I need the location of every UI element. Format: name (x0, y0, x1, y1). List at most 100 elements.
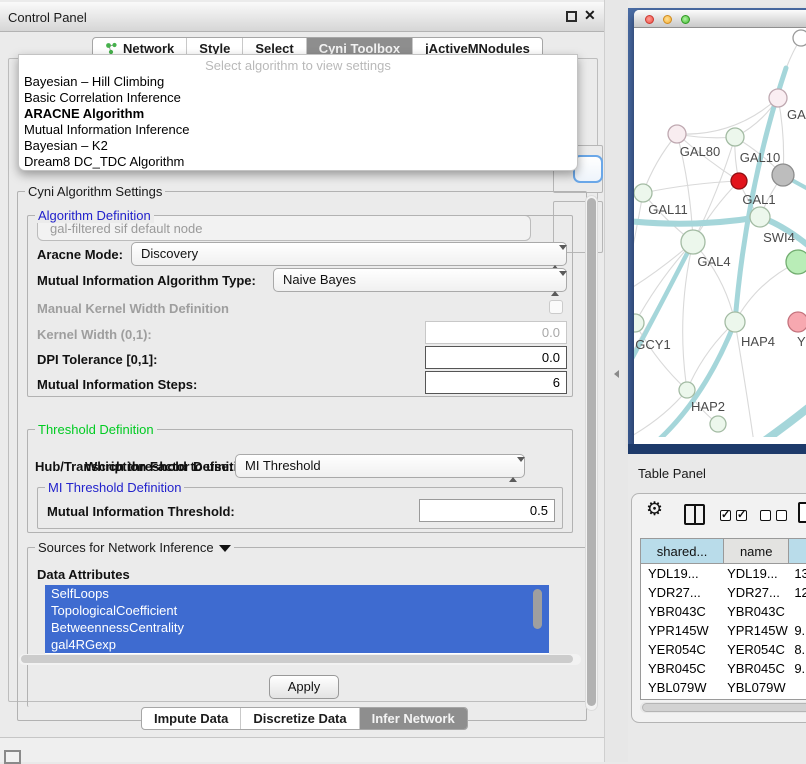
table-row[interactable]: YER054CYER054C8. (641, 640, 806, 659)
node-gal11[interactable] (634, 184, 652, 202)
table-cell[interactable]: YER054C (641, 640, 724, 659)
collapse-arrow-icon[interactable] (219, 545, 231, 552)
table-cell[interactable]: YDL19... (724, 564, 789, 583)
settings-vertical-scrollbar[interactable] (585, 195, 598, 711)
zoom-traffic-light[interactable] (681, 15, 690, 24)
node-gal80[interactable] (668, 125, 686, 143)
column-header-name[interactable]: name (724, 539, 789, 563)
mi-steps-field[interactable]: 6 (425, 371, 567, 394)
node-swi4[interactable] (786, 250, 806, 274)
table-cell[interactable]: YER054C (724, 640, 789, 659)
table-cell[interactable]: YDR27... (641, 583, 724, 602)
split-columns-icon[interactable] (684, 504, 705, 525)
minimize-traffic-light[interactable] (663, 15, 672, 24)
table-body: YDL19...YDL19...13YDR27...YDR27...12YBR0… (641, 564, 806, 700)
algorithm-option[interactable]: Mutual Information Inference (19, 122, 577, 138)
node-hap4[interactable] (725, 312, 745, 332)
node-gcy1[interactable] (634, 314, 644, 332)
scrollbar-thumb[interactable] (21, 655, 573, 663)
new-column-icon[interactable] (798, 502, 806, 523)
table-cell[interactable]: YBR045C (724, 659, 789, 678)
column-header-shared-name[interactable]: shared... (641, 539, 724, 563)
table-cell[interactable]: YDL19... (641, 564, 724, 583)
scrollbar-thumb[interactable] (587, 198, 596, 706)
table-row[interactable]: YDL19...YDL19...13 (641, 564, 806, 583)
panel-divider[interactable] (604, 0, 628, 762)
tab-discretize-data[interactable]: Discretize Data (240, 708, 358, 729)
mi-type-combo[interactable]: Naive Bayes (273, 268, 567, 292)
table-cell[interactable]: YDR27... (724, 583, 789, 602)
table-cell[interactable]: YLR345W (641, 697, 724, 700)
apply-button[interactable]: Apply (269, 675, 339, 699)
network-canvas[interactable]: GALGAL80GAL10GAL1GAL11SWI4GAL4GCY1HAP4YH… (634, 28, 806, 437)
close-traffic-light[interactable] (645, 15, 654, 24)
node-top[interactable] (793, 30, 806, 46)
gear-icon[interactable]: ⚙ (646, 498, 663, 521)
node-gal10-label: GAL10 (740, 150, 780, 165)
table-cell[interactable]: YBR043C (724, 602, 789, 621)
aracne-mode-combo[interactable]: Discovery (131, 242, 567, 266)
algorithm-option[interactable]: Basic Correlation Inference (19, 90, 577, 106)
table-cell[interactable]: YBR043C (641, 602, 724, 621)
table-row[interactable]: YLR345WYLR345W9. (641, 697, 806, 700)
table-row[interactable]: YBR043CYBR043C (641, 602, 806, 621)
dpi-tolerance-field[interactable]: 0.0 (425, 346, 567, 369)
scrollbar-thumb[interactable] (642, 703, 806, 712)
table-cell[interactable]: YBL079W (641, 678, 724, 697)
table-row[interactable]: YBL079WYBL079W (641, 678, 806, 697)
algorithm-option[interactable]: Bayesian – Hill Climbing (19, 74, 577, 90)
select-all-icon[interactable] (720, 510, 747, 521)
deselect-all-icon[interactable] (760, 510, 787, 521)
float-window-icon[interactable] (566, 11, 577, 22)
table-cell[interactable]: 13 (789, 564, 806, 583)
node-gray[interactable] (772, 164, 794, 186)
table-cell[interactable] (789, 678, 806, 697)
table-cell[interactable]: 8. (789, 640, 806, 659)
tab-impute-data[interactable]: Impute Data (142, 708, 240, 729)
node-pink[interactable] (788, 312, 806, 332)
settings-horizontal-scrollbar[interactable] (19, 654, 581, 665)
table-panel-region: Table Panel ⚙ shared... name YDL19...YDL… (628, 454, 806, 762)
table-cell[interactable]: YBR045C (641, 659, 724, 678)
data-attribute-item[interactable]: TopologicalCoefficient (45, 602, 549, 619)
column-header-partial[interactable] (789, 539, 806, 563)
table-cell[interactable]: 9. (789, 697, 806, 700)
node-btm[interactable] (710, 416, 726, 432)
table-cell[interactable]: YPR145W (724, 621, 789, 640)
table-row[interactable]: YPR145WYPR145W9. (641, 621, 806, 640)
node-gal4[interactable] (681, 230, 705, 254)
manual-kernel-checkbox[interactable] (549, 300, 563, 314)
data-attribute-item[interactable]: BetweennessCentrality (45, 619, 549, 636)
which-threshold-combo[interactable]: MI Threshold (235, 454, 525, 478)
kernel-width-label: Kernel Width (0,1): (37, 327, 152, 342)
node-gal7[interactable] (769, 89, 787, 107)
table-row[interactable]: YBR045CYBR045C9. (641, 659, 806, 678)
node-gal1[interactable] (750, 207, 770, 227)
node-red[interactable] (731, 173, 747, 189)
list-scrollbar-thumb[interactable] (533, 589, 542, 629)
table-row[interactable]: YDR27...YDR27...12 (641, 583, 806, 602)
divider-collapse-icon[interactable] (614, 370, 619, 378)
algorithm-option[interactable]: Dream8 DC_TDC Algorithm (19, 154, 577, 170)
network-window-titlebar[interactable] (634, 10, 806, 28)
algorithm-option[interactable]: ARACNE Algorithm (19, 106, 577, 122)
data-attribute-item[interactable]: SelfLoops (45, 585, 549, 602)
data-attributes-list[interactable]: SelfLoopsTopologicalCoefficientBetweenne… (45, 585, 549, 655)
table-cell[interactable]: 9. (789, 621, 806, 640)
node-gal10[interactable] (726, 128, 744, 146)
close-icon[interactable]: ✕ (584, 7, 596, 24)
table-cell[interactable]: YLR345W (724, 697, 789, 700)
mi-threshold-field[interactable]: 0.5 (419, 499, 555, 522)
algorithm-option[interactable]: Bayesian – K2 (19, 138, 577, 154)
table-cell[interactable]: YPR145W (641, 621, 724, 640)
data-attribute-item[interactable]: gal4RGexp (45, 636, 549, 653)
table-cell[interactable]: 12 (789, 583, 806, 602)
table-cell[interactable]: 9. (789, 659, 806, 678)
node-hap2[interactable] (679, 382, 695, 398)
table-horizontal-scrollbar[interactable] (640, 702, 806, 713)
table-cell[interactable]: YBL079W (724, 678, 789, 697)
kernel-width-field[interactable]: 0.0 (425, 321, 567, 344)
table-cell[interactable] (789, 602, 806, 621)
network-edge (687, 322, 735, 390)
tab-infer-network[interactable]: Infer Network (359, 708, 467, 729)
